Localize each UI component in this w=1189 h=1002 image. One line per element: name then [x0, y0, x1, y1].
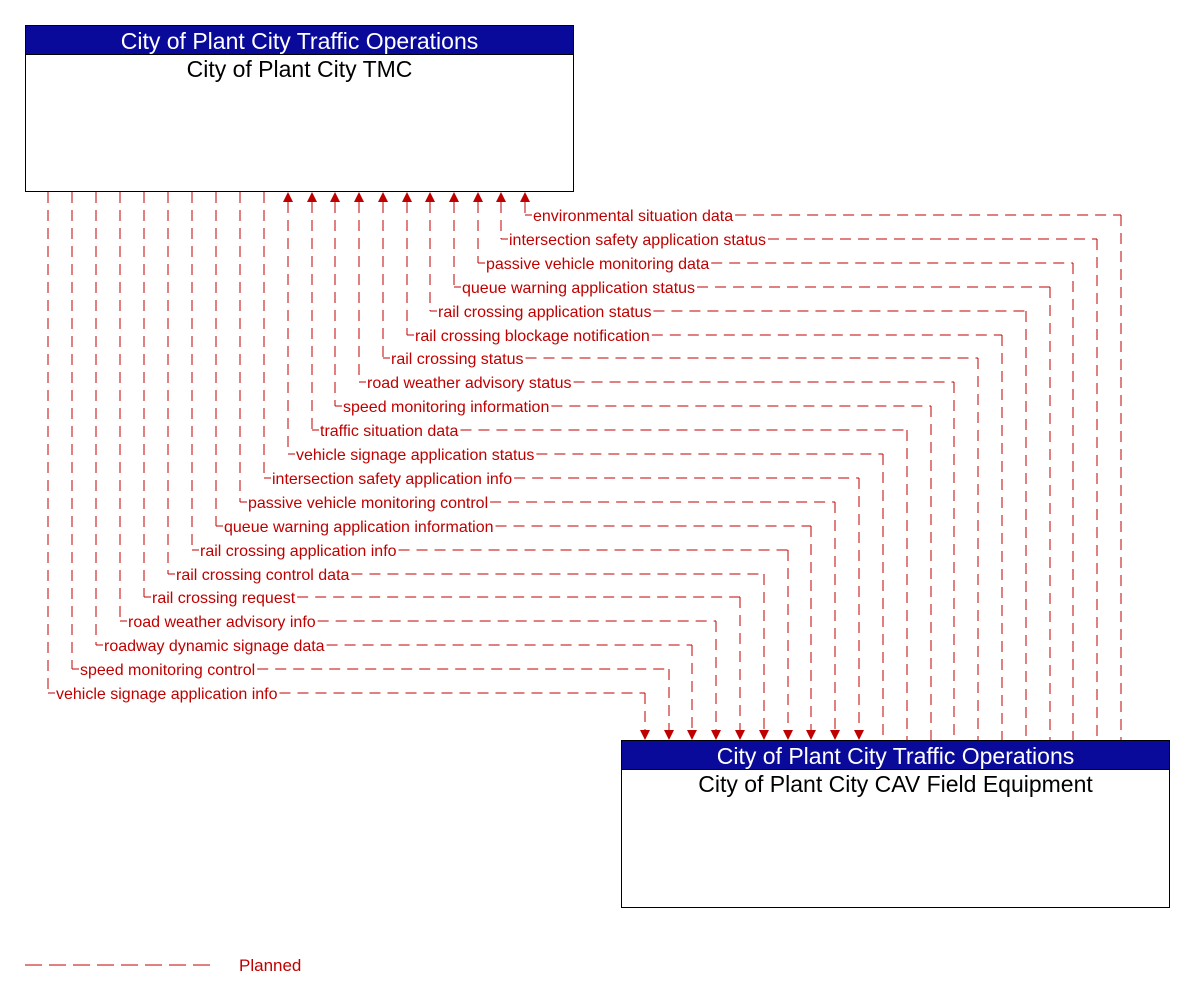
flow-rail-crossing-blockage-notification[interactable]: rail crossing blockage notification	[402, 192, 1003, 740]
arrow-down-icon	[783, 730, 793, 740]
arrow-down-icon	[687, 730, 697, 740]
arrow-up-icon	[520, 192, 530, 202]
flow-vehicle-signage-application-status[interactable]: vehicle signage application status	[283, 192, 884, 740]
flow-label: environmental situation data	[533, 208, 733, 225]
arrow-down-icon	[830, 730, 840, 740]
arrow-down-icon	[759, 730, 769, 740]
flow-label: rail crossing control data	[176, 567, 350, 584]
flow-label: passive vehicle monitoring control	[248, 495, 488, 512]
flow-diagram: environmental situation data intersection…	[25, 192, 1122, 966]
flow-rail-crossing-status[interactable]: rail crossing status	[378, 192, 979, 740]
flow-environmental-situation-data[interactable]: environmental situation data	[520, 192, 1122, 740]
flow-queue-warning-application-status[interactable]: queue warning application status	[449, 192, 1051, 740]
flow-passive-vehicle-monitoring-control[interactable]: passive vehicle monitoring control	[239, 192, 840, 740]
arrow-up-icon	[473, 192, 483, 202]
flow-speed-monitoring-information[interactable]: speed monitoring information	[330, 192, 932, 740]
flow-label: rail crossing blockage notification	[415, 328, 650, 345]
flow-label: intersection safety application status	[509, 232, 766, 249]
flow-roadway-dynamic-signage-data[interactable]: roadway dynamic signage data	[95, 192, 697, 740]
flow-rail-crossing-request[interactable]: rail crossing request	[143, 192, 745, 740]
legend-label-planned: Planned	[239, 956, 302, 975]
arrow-up-icon	[402, 192, 412, 202]
flow-label: queue warning application status	[462, 280, 695, 297]
arrow-up-icon	[283, 192, 293, 202]
flow-intersection-safety-application-info[interactable]: intersection safety application info	[263, 192, 864, 740]
flow-passive-vehicle-monitoring-data[interactable]: passive vehicle monitoring data	[473, 192, 1074, 740]
arrow-up-icon	[354, 192, 364, 202]
flow-road-weather-advisory-info[interactable]: road weather advisory info	[119, 192, 721, 740]
flow-label: rail crossing application info	[200, 543, 397, 560]
flow-label: rail crossing application status	[438, 304, 651, 321]
arrow-down-icon	[735, 730, 745, 740]
flow-queue-warning-application-information[interactable]: queue warning application information	[215, 192, 816, 740]
flow-label: rail crossing status	[391, 351, 524, 368]
flow-label: vehicle signage application info	[56, 686, 278, 703]
arrow-up-icon	[378, 192, 388, 202]
arrow-down-icon	[664, 730, 674, 740]
arrow-up-icon	[330, 192, 340, 202]
arrow-up-icon	[307, 192, 317, 202]
flow-rail-crossing-control-data[interactable]: rail crossing control data	[167, 192, 769, 740]
flow-intersection-safety-application-status[interactable]: intersection safety application status	[496, 192, 1098, 740]
arrow-down-icon	[806, 730, 816, 740]
flow-speed-monitoring-control[interactable]: speed monitoring control	[71, 192, 674, 740]
flow-label: speed monitoring control	[80, 662, 255, 679]
arrow-up-icon	[425, 192, 435, 202]
flow-vehicle-signage-application-info[interactable]: vehicle signage application info	[47, 192, 650, 740]
flow-label: passive vehicle monitoring data	[486, 256, 709, 273]
flow-road-weather-advisory-status[interactable]: road weather advisory status	[354, 192, 955, 740]
flow-label: traffic situation data	[320, 423, 459, 440]
flow-label: roadway dynamic signage data	[104, 638, 325, 655]
flow-label: rail crossing request	[152, 590, 296, 607]
flow-rail-crossing-application-info[interactable]: rail crossing application info	[191, 192, 793, 740]
arrow-up-icon	[449, 192, 459, 202]
flow-label: intersection safety application info	[272, 471, 512, 488]
arrow-down-icon	[640, 730, 650, 740]
flow-label: speed monitoring information	[343, 399, 549, 416]
flow-label: road weather advisory info	[128, 614, 316, 631]
flow-label: road weather advisory status	[367, 375, 572, 392]
flow-rail-crossing-application-status[interactable]: rail crossing application status	[425, 192, 1027, 740]
flow-traffic-situation-data[interactable]: traffic situation data	[307, 192, 908, 740]
flow-label: vehicle signage application status	[296, 447, 534, 464]
arrow-up-icon	[496, 192, 506, 202]
flow-label: queue warning application information	[224, 519, 494, 536]
arrow-down-icon	[854, 730, 864, 740]
arrow-down-icon	[711, 730, 721, 740]
